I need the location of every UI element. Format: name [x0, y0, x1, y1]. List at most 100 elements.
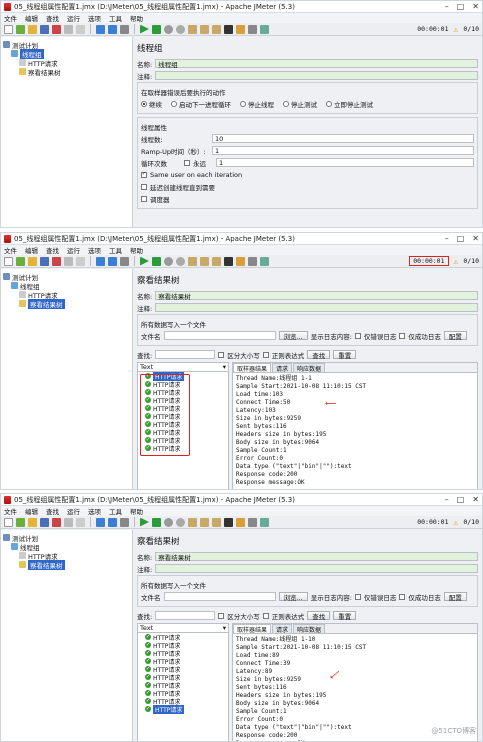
maximize-icon[interactable]: □: [457, 234, 465, 243]
list-item[interactable]: ✓ HTTP请求: [138, 641, 228, 650]
warning-icon[interactable]: ⚠: [454, 257, 459, 266]
renderer-select[interactable]: Text ▾: [138, 624, 228, 633]
toggle-icon[interactable]: [120, 256, 129, 266]
radio-stop-test-now[interactable]: 立即停止测试: [326, 99, 373, 109]
menu-edit[interactable]: 编辑: [25, 506, 38, 516]
close-icon[interactable]: ✕: [472, 234, 479, 243]
save-icon[interactable]: [40, 517, 49, 527]
start-no-pause-icon[interactable]: [152, 517, 161, 527]
tab-request[interactable]: 请求: [272, 624, 293, 634]
start-icon[interactable]: [140, 517, 149, 527]
cut-icon[interactable]: [52, 256, 61, 266]
threads-field[interactable]: 10: [212, 134, 474, 143]
close-icon[interactable]: ✕: [472, 495, 479, 504]
new-icon[interactable]: [4, 256, 13, 266]
start-no-pause-icon[interactable]: [152, 24, 161, 34]
warning-icon[interactable]: ⚠: [454, 518, 459, 527]
shutdown-icon[interactable]: [176, 256, 185, 266]
menu-file[interactable]: 文件: [4, 13, 17, 23]
tree-item-thread-group[interactable]: 线程组: [3, 281, 130, 291]
remote-start-icon[interactable]: [188, 256, 197, 266]
list-item[interactable]: ✓ HTTP请求: [138, 657, 228, 666]
open-icon[interactable]: [28, 24, 37, 34]
toggle-icon[interactable]: [120, 24, 129, 34]
templates-icon[interactable]: [16, 517, 25, 527]
configure-button[interactable]: 配置: [443, 592, 467, 602]
regex-checkbox[interactable]: [262, 612, 269, 619]
tree-item-results-tree[interactable]: 察看结果树: [3, 67, 130, 77]
tab-response-data[interactable]: 响应数据: [293, 363, 326, 373]
case-sensitive-checkbox[interactable]: [218, 612, 225, 619]
search-input[interactable]: [155, 350, 216, 359]
success-only-checkbox[interactable]: [399, 332, 406, 339]
menu-help[interactable]: 帮助: [130, 245, 143, 255]
collapse-icon[interactable]: [108, 517, 117, 527]
menu-help[interactable]: 帮助: [130, 13, 143, 23]
same-user-checkbox[interactable]: ✓: [141, 171, 147, 178]
maximize-icon[interactable]: □: [457, 2, 465, 11]
browse-button[interactable]: 浏览...: [278, 331, 308, 341]
radio-stop-test[interactable]: 停止测试: [283, 99, 317, 109]
copy-icon[interactable]: [64, 24, 73, 34]
tree-item-http-request[interactable]: HTTP请求: [3, 551, 130, 561]
comment-field[interactable]: [155, 303, 478, 312]
start-icon[interactable]: [140, 256, 149, 266]
menu-search[interactable]: 查找: [46, 506, 59, 516]
menu-edit[interactable]: 编辑: [25, 245, 38, 255]
copy-icon[interactable]: [64, 517, 73, 527]
reset-button[interactable]: 重置: [333, 350, 357, 360]
shutdown-icon[interactable]: [176, 24, 185, 34]
tab-sampler-result[interactable]: 取样器结果: [233, 624, 272, 634]
open-icon[interactable]: [28, 517, 37, 527]
clear-icon[interactable]: [200, 256, 209, 266]
rampup-field[interactable]: 1: [212, 146, 474, 155]
templates-icon[interactable]: [16, 256, 25, 266]
list-item[interactable]: ✓ HTTP请求: [138, 665, 228, 674]
paste-icon[interactable]: [76, 256, 85, 266]
new-icon[interactable]: [4, 24, 13, 34]
start-no-pause-icon[interactable]: [152, 256, 161, 266]
menu-tools[interactable]: 工具: [109, 13, 122, 23]
tree-item-results-tree[interactable]: 察看结果树: [3, 559, 130, 570]
expand-icon[interactable]: [96, 256, 105, 266]
menu-file[interactable]: 文件: [4, 506, 17, 516]
filename-field[interactable]: [163, 592, 276, 601]
list-item[interactable]: ✓ HTTP请求: [138, 681, 228, 690]
help-icon[interactable]: [260, 24, 269, 34]
help-icon[interactable]: [260, 517, 269, 527]
save-icon[interactable]: [40, 256, 49, 266]
configure-button[interactable]: 配置: [443, 331, 467, 341]
comment-field[interactable]: [155, 564, 478, 573]
cut-icon[interactable]: [52, 517, 61, 527]
expand-icon[interactable]: [96, 517, 105, 527]
name-field[interactable]: 线程组: [155, 59, 478, 69]
clear-all-icon[interactable]: [212, 24, 221, 34]
tab-sampler-result[interactable]: 取样器结果: [233, 363, 272, 373]
menu-run[interactable]: 运行: [67, 506, 80, 516]
tab-request[interactable]: 请求: [272, 363, 293, 373]
reset-search-icon[interactable]: [236, 24, 245, 34]
save-icon[interactable]: [40, 24, 49, 34]
regex-checkbox[interactable]: [262, 351, 269, 358]
search-input[interactable]: [155, 611, 216, 620]
paste-icon[interactable]: [76, 24, 85, 34]
find-button[interactable]: 查找: [307, 611, 331, 621]
menu-file[interactable]: 文件: [4, 245, 17, 255]
menu-run[interactable]: 运行: [67, 245, 80, 255]
clear-all-icon[interactable]: [212, 256, 221, 266]
comment-field[interactable]: [155, 71, 478, 80]
delay-checkbox[interactable]: [141, 183, 147, 190]
search-icon[interactable]: [224, 24, 233, 34]
clear-icon[interactable]: [200, 517, 209, 527]
errors-only-checkbox[interactable]: [354, 593, 361, 600]
minimize-icon[interactable]: –: [445, 495, 449, 504]
remote-start-icon[interactable]: [188, 24, 197, 34]
menu-run[interactable]: 运行: [67, 13, 80, 23]
menu-tools[interactable]: 工具: [109, 506, 122, 516]
clear-all-icon[interactable]: [212, 517, 221, 527]
menu-edit[interactable]: 编辑: [25, 13, 38, 23]
radio-continue[interactable]: 继续: [141, 99, 162, 109]
tree-item-thread-group[interactable]: 线程组: [3, 542, 130, 552]
collapse-icon[interactable]: [108, 24, 117, 34]
errors-only-checkbox[interactable]: [354, 332, 361, 339]
